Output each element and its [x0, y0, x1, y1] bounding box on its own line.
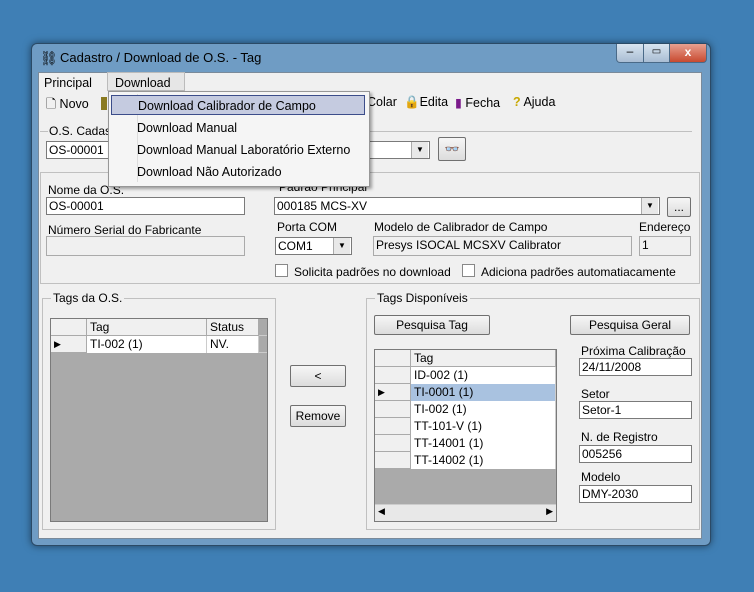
endereco-label: Endereço	[639, 220, 691, 234]
exit-door-icon: ▮	[455, 96, 462, 110]
toolbar-fecha[interactable]: ▮ Fecha	[455, 95, 500, 110]
tags-os-grid[interactable]: Tag Status ▶ TI-002 (1) NV.	[50, 318, 268, 522]
lock-icon: 🔒	[404, 95, 420, 109]
setor-input[interactable]: Setor-1	[579, 401, 692, 419]
solicita-label: Solicita padrões no download	[294, 265, 451, 279]
download-dropdown-menu: Download Calibrador de Campo Download Ma…	[108, 91, 370, 187]
minimize-button[interactable]: –	[616, 44, 644, 63]
row-pointer-icon: ▶	[51, 336, 87, 353]
menu-item-manual[interactable]: Download Manual	[111, 118, 365, 138]
prox-calibracao-input[interactable]: 24/11/2008	[579, 358, 692, 376]
nome-input[interactable]: OS-00001	[46, 197, 245, 215]
table-row[interactable]: TT-14002 (1)	[375, 452, 556, 469]
scroll-left-icon[interactable]: ◀	[378, 506, 385, 517]
tags-disp-grid[interactable]: Tag ID-002 (1) ▶ TI-0001 (1) TI-002 (1) TT-1…	[374, 349, 557, 522]
table-row[interactable]: TI-002 (1)	[375, 401, 556, 418]
maximize-button[interactable]: ▭	[643, 44, 670, 63]
modelo-label: Modelo de Calibrador de Campo	[374, 220, 548, 234]
setor-label: Setor	[581, 387, 610, 401]
toolbar-colar[interactable]: Colar	[367, 95, 397, 109]
porta-label: Porta COM	[277, 220, 338, 234]
table-row[interactable]: TT-14001 (1)	[375, 435, 556, 452]
endereco-input[interactable]: 1	[639, 236, 691, 256]
remove-button[interactable]: Remove	[290, 405, 346, 427]
scroll-right-icon[interactable]: ▶	[546, 506, 553, 517]
serial-label: Número Serial do Fabricante	[48, 223, 202, 237]
row-pointer-icon	[375, 418, 411, 435]
help-icon: ?	[513, 95, 521, 109]
padrao-browse-button[interactable]: ...	[667, 197, 691, 217]
porta-select[interactable]: COM1 ▼	[275, 237, 352, 255]
pesquisa-geral-button[interactable]: Pesquisa Geral	[570, 315, 690, 335]
search-binoculars-button[interactable]: 👓	[438, 137, 466, 161]
close-button[interactable]: x	[669, 44, 707, 63]
column-header-tag[interactable]: Tag	[411, 350, 556, 367]
menu-item-manual-externo[interactable]: Download Manual Laboratório Externo	[111, 140, 365, 160]
table-row[interactable]: ▶ TI-002 (1) NV.	[51, 336, 267, 353]
app-icon: ⛓	[40, 50, 58, 66]
menu-item-calibrador[interactable]: Download Calibrador de Campo	[111, 95, 365, 115]
row-pointer-icon	[375, 452, 411, 469]
column-header-status[interactable]: Status	[207, 319, 259, 336]
horizontal-scrollbar[interactable]: ◀ ▶	[375, 504, 556, 521]
chevron-down-icon[interactable]: ▼	[333, 238, 350, 254]
modelo-input[interactable]: Presys ISOCAL MCSXV Calibrator	[373, 236, 632, 256]
save-icon[interactable]	[101, 97, 107, 110]
row-pointer-icon	[375, 435, 411, 452]
tags-disp-title: Tags Disponíveis	[375, 291, 470, 305]
solicita-checkbox[interactable]	[275, 264, 288, 277]
registro-label: N. de Registro	[581, 430, 658, 444]
row-pointer-icon	[375, 401, 411, 418]
menu-download[interactable]: Download	[107, 72, 185, 91]
table-row[interactable]: TT-101-V (1)	[375, 418, 556, 435]
padrao-select[interactable]: 000185 MCS-XV ▼	[274, 197, 660, 215]
menu-item-nao-autorizado[interactable]: Download Não Autorizado	[111, 162, 365, 182]
row-pointer-icon	[375, 367, 411, 384]
registro-input[interactable]: 005256	[579, 445, 692, 463]
pesquisa-tag-button[interactable]: Pesquisa Tag	[374, 315, 490, 335]
move-left-button[interactable]: <	[290, 365, 346, 387]
table-row[interactable]: ID-002 (1)	[375, 367, 556, 384]
column-header-tag[interactable]: Tag	[87, 319, 207, 336]
window-title: Cadastro / Download de O.S. - Tag	[60, 50, 262, 65]
new-file-icon: 🗋	[46, 97, 57, 111]
adiciona-checkbox[interactable]	[462, 264, 475, 277]
menu-principal[interactable]: Principal	[44, 76, 92, 90]
binoculars-icon: 👓	[444, 142, 460, 156]
modelo-det-input[interactable]: DMY-2030	[579, 485, 692, 503]
chevron-down-icon[interactable]: ▼	[641, 198, 658, 214]
toolbar-edita[interactable]: 🔒Edita	[404, 95, 448, 110]
serial-input[interactable]	[46, 236, 245, 256]
adiciona-label: Adiciona padrões automatiacamente	[481, 265, 676, 279]
table-row[interactable]: ▶ TI-0001 (1)	[375, 384, 556, 401]
tags-os-title: Tags da O.S.	[51, 291, 125, 305]
toolbar-ajuda[interactable]: ? Ajuda	[513, 95, 555, 109]
row-pointer-icon: ▶	[375, 384, 411, 401]
prox-calibracao-label: Próxima Calibração	[581, 344, 686, 358]
modelo-det-label: Modelo	[581, 470, 621, 484]
toolbar-novo[interactable]: 🗋 Novo	[46, 95, 89, 116]
chevron-down-icon[interactable]: ▼	[411, 142, 428, 158]
